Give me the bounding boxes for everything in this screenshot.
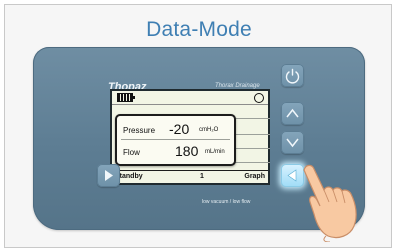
page-title: Data-Mode bbox=[146, 18, 252, 41]
flow-unit: mL/min bbox=[205, 149, 225, 155]
panel-divider bbox=[121, 139, 230, 140]
pressure-value: -20 bbox=[169, 121, 190, 137]
pressure-label: Pressure bbox=[123, 126, 156, 135]
flow-value: 180 bbox=[175, 143, 199, 159]
power-icon bbox=[285, 68, 300, 84]
lcd-topbar bbox=[112, 91, 268, 105]
status-graph: Graph bbox=[244, 173, 265, 180]
triangle-right-icon bbox=[105, 170, 113, 181]
data-panel: Pressure -20 cmH₂O Flow 180 mL/min bbox=[115, 114, 236, 166]
flow-label: Flow bbox=[123, 148, 140, 157]
right-button[interactable] bbox=[97, 164, 120, 187]
pressure-unit: cmH₂O bbox=[199, 127, 219, 133]
power-button[interactable] bbox=[281, 64, 304, 87]
down-button[interactable] bbox=[281, 131, 304, 154]
pointing-hand-icon bbox=[303, 164, 357, 242]
mode-footnote: low vacuum / low flow bbox=[202, 199, 251, 205]
lcd-status-bar: Standby 1 Graph bbox=[112, 170, 268, 184]
status-icon bbox=[254, 93, 264, 103]
status-channel: 1 bbox=[200, 173, 204, 180]
up-button[interactable] bbox=[281, 102, 304, 125]
chevron-up-icon bbox=[286, 108, 299, 118]
battery-icon bbox=[117, 93, 135, 102]
chevron-down-icon bbox=[286, 138, 299, 148]
